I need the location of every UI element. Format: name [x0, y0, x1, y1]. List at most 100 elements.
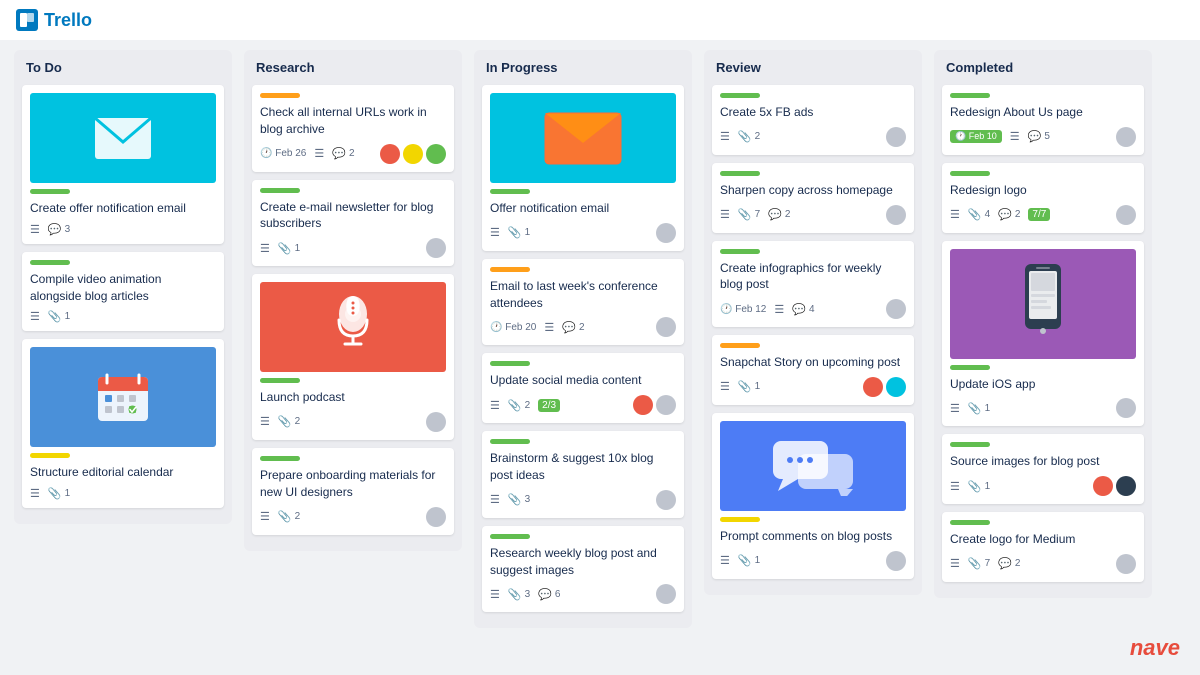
card-avatars — [1116, 398, 1136, 418]
card-meta: 🕐 Feb 20 ☰ 💬 2 — [490, 317, 676, 337]
avatar — [886, 299, 906, 319]
card-rev-5[interactable]: Prompt comments on blog posts ☰ 📎 1 — [712, 413, 914, 579]
card-title: Redesign logo — [950, 182, 1136, 199]
card-todo-3[interactable]: Structure editorial calendar ☰ 📎 1 — [22, 339, 224, 508]
card-ip-3[interactable]: Update social media content ☰ 📎 2 2/3 — [482, 353, 684, 423]
meta-clips: 📎 1 — [508, 226, 530, 239]
meta-list: ☰ — [490, 588, 500, 601]
trello-text: Trello — [44, 10, 92, 31]
card-rev-4[interactable]: Snapchat Story on upcoming post ☰ 📎 1 — [712, 335, 914, 405]
trello-icon — [16, 9, 38, 31]
card-label — [260, 456, 300, 461]
avatar — [656, 584, 676, 604]
card-avatars — [656, 317, 676, 337]
card-title: Email to last week's conference attendee… — [490, 278, 676, 312]
card-meta: ☰ 📎 1 — [950, 398, 1136, 418]
card-title: Create e-mail newsletter for blog subscr… — [260, 199, 446, 233]
card-title: Source images for blog post — [950, 453, 1136, 470]
card-meta: ☰ 📎 4 💬 2 7/7 — [950, 205, 1136, 225]
card-avatars — [863, 377, 906, 397]
meta-list: ☰ — [544, 321, 554, 334]
meta-clips: 📎 3 — [508, 588, 530, 601]
avatar — [656, 223, 676, 243]
meta-comments: 💬 5 — [1028, 130, 1050, 143]
meta-list: ☰ — [1010, 130, 1020, 143]
card-meta: ☰ 📎 2 2/3 — [490, 395, 676, 415]
avatar — [426, 507, 446, 527]
meta-comments: 💬 6 — [538, 588, 560, 601]
card-image-calendar — [30, 347, 216, 447]
card-title: Prepare onboarding materials for new UI … — [260, 467, 446, 501]
meta-comments: 💬 3 — [48, 223, 70, 236]
card-ip-4[interactable]: Brainstorm & suggest 10x blog post ideas… — [482, 431, 684, 518]
card-comp-4[interactable]: Source images for blog post ☰ 📎 1 — [942, 434, 1144, 504]
card-meta: ☰ 📎 1 — [30, 310, 216, 323]
card-label — [720, 343, 760, 348]
card-title: Prompt comments on blog posts — [720, 528, 906, 545]
card-label — [950, 442, 990, 447]
card-avatars — [1116, 127, 1136, 147]
card-meta: ☰ 📎 1 — [490, 223, 676, 243]
card-label — [490, 361, 530, 366]
card-comp-2[interactable]: Redesign logo ☰ 📎 4 💬 2 7/7 — [942, 163, 1144, 233]
card-res-2[interactable]: Create e-mail newsletter for blog subscr… — [252, 180, 454, 267]
card-title: Compile video animation alongside blog a… — [30, 271, 216, 305]
meta-list: ☰ — [950, 480, 960, 493]
avatar — [633, 395, 653, 415]
card-avatars — [886, 299, 906, 319]
card-title: Update iOS app — [950, 376, 1136, 393]
card-meta: 🕐 Feb 26 ☰ 💬 2 — [260, 144, 446, 164]
card-avatars — [886, 205, 906, 225]
avatar — [1093, 476, 1113, 496]
card-label — [490, 439, 530, 444]
card-title: Create offer notification email — [30, 200, 216, 217]
card-res-4[interactable]: Prepare onboarding materials for new UI … — [252, 448, 454, 535]
card-avatars — [633, 395, 676, 415]
nave-logo: nave — [1130, 635, 1180, 661]
meta-clips: 📎 1 — [968, 402, 990, 415]
card-title: Structure editorial calendar — [30, 464, 216, 481]
card-image-envelope — [490, 93, 676, 183]
meta-list: ☰ — [950, 557, 960, 570]
meta-checklist: 2/3 — [538, 399, 560, 412]
card-title: Research weekly blog post and suggest im… — [490, 545, 676, 579]
card-title: Brainstorm & suggest 10x blog post ideas — [490, 450, 676, 484]
card-ip-2[interactable]: Email to last week's conference attendee… — [482, 259, 684, 346]
column-review: Review Create 5x FB ads ☰ 📎 2 Sharpen co… — [704, 50, 922, 595]
card-image-phone — [950, 249, 1136, 359]
card-avatars — [426, 412, 446, 432]
card-meta: ☰ 💬 3 — [30, 223, 216, 236]
card-ip-5[interactable]: Research weekly blog post and suggest im… — [482, 526, 684, 613]
card-comp-5[interactable]: Create logo for Medium ☰ 📎 7 💬 2 — [942, 512, 1144, 582]
card-rev-2[interactable]: Sharpen copy across homepage ☰ 📎 7 💬 2 — [712, 163, 914, 233]
column-research-title: Research — [252, 58, 454, 77]
meta-list: ☰ — [260, 510, 270, 523]
column-inprogress: In Progress Offer notification email ☰ 📎… — [474, 50, 692, 628]
card-avatars — [656, 490, 676, 510]
meta-clips: 📎 4 — [968, 208, 990, 221]
card-meta: 🕐 Feb 10 ☰ 💬 5 — [950, 127, 1136, 147]
card-avatars — [886, 551, 906, 571]
meta-list: ☰ — [720, 130, 730, 143]
column-review-title: Review — [712, 58, 914, 77]
card-rev-1[interactable]: Create 5x FB ads ☰ 📎 2 — [712, 85, 914, 155]
card-rev-3[interactable]: Create infographics for weekly blog post… — [712, 241, 914, 328]
card-res-3[interactable]: Launch podcast ☰ 📎 2 — [252, 274, 454, 440]
card-res-1[interactable]: Check all internal URLs work in blog arc… — [252, 85, 454, 172]
card-ip-1[interactable]: Offer notification email ☰ 📎 1 — [482, 85, 684, 251]
avatar — [656, 395, 676, 415]
column-completed-title: Completed — [942, 58, 1144, 77]
card-meta: ☰ 📎 1 — [30, 487, 216, 500]
card-meta: ☰ 📎 1 — [720, 551, 906, 571]
card-label — [720, 171, 760, 176]
card-label — [30, 260, 70, 265]
card-comp-3[interactable]: Update iOS app ☰ 📎 1 — [942, 241, 1144, 427]
card-label — [950, 520, 990, 525]
avatar — [656, 317, 676, 337]
meta-tag: 🕐 Feb 10 — [950, 130, 1002, 143]
card-label — [490, 534, 530, 539]
card-todo-1[interactable]: Create offer notification email ☰ 💬 3 — [22, 85, 224, 244]
meta-comments: 💬 2 — [998, 557, 1020, 570]
card-todo-2[interactable]: Compile video animation alongside blog a… — [22, 252, 224, 332]
card-comp-1[interactable]: Redesign About Us page 🕐 Feb 10 ☰ 💬 5 — [942, 85, 1144, 155]
